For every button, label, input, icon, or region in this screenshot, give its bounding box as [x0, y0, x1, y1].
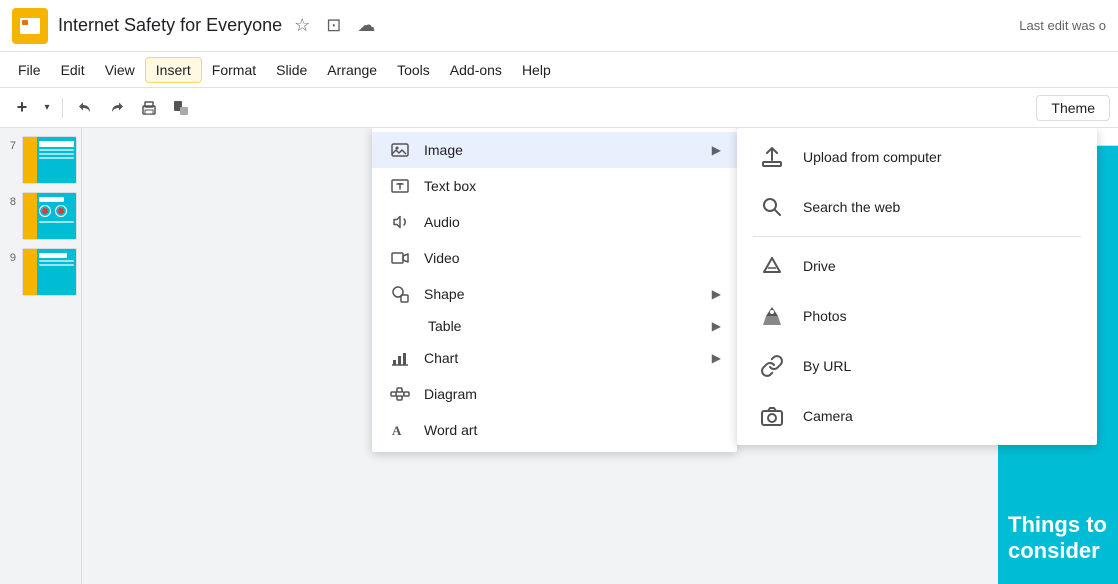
byurl-label: By URL: [803, 358, 851, 374]
main-layout: 7 8: [0, 128, 1118, 584]
submenu-byurl[interactable]: By URL: [737, 341, 1097, 391]
submenu-upload[interactable]: Upload from computer: [737, 132, 1097, 182]
slide-num-7: 7: [4, 140, 16, 152]
submenu-searchweb[interactable]: Search the web: [737, 182, 1097, 232]
textbox-icon: [388, 174, 412, 198]
audio-icon: [388, 210, 412, 234]
menu-item-edit[interactable]: Edit: [51, 58, 95, 82]
image-submenu: Upload from computer Search the web: [737, 128, 1097, 445]
slide-content-9: [37, 249, 76, 295]
insert-table-label: Table: [428, 318, 712, 334]
insert-menu-audio[interactable]: Audio: [372, 204, 737, 240]
insert-audio-label: Audio: [424, 214, 721, 230]
submenu-drive[interactable]: Drive: [737, 241, 1097, 291]
camera-icon: [757, 401, 787, 431]
add-button[interactable]: +: [8, 94, 36, 122]
wordart-icon: A: [388, 418, 412, 442]
undo-button[interactable]: [71, 94, 99, 122]
insert-menu-image[interactable]: Image ▶: [372, 132, 737, 168]
app-icon: [12, 8, 48, 44]
menu-item-insert[interactable]: Insert: [145, 57, 202, 83]
slide-preview-7[interactable]: [22, 136, 77, 184]
search-icon: [757, 192, 787, 222]
slide-thumb-8[interactable]: 8: [4, 192, 77, 240]
cloud-icon[interactable]: ☁: [357, 15, 375, 36]
insert-menu-wordart[interactable]: A Word art: [372, 412, 737, 448]
insert-menu-textbox[interactable]: Text box: [372, 168, 737, 204]
insert-diagram-label: Diagram: [424, 386, 721, 402]
menu-item-view[interactable]: View: [95, 58, 145, 82]
insert-video-label: Video: [424, 250, 721, 266]
submenu-separator-1: [753, 236, 1081, 237]
diagram-icon: [388, 382, 412, 406]
slide-yellow-bar-9: [23, 249, 37, 295]
slide-panel: 7 8: [0, 128, 82, 584]
last-edit-text: Last edit was o: [1019, 18, 1106, 33]
toolbar-separator-1: [62, 98, 63, 118]
slide-yellow-bar-7: [23, 137, 37, 183]
redo-button[interactable]: [103, 94, 131, 122]
insert-textbox-label: Text box: [424, 178, 721, 194]
slide-num-8: 8: [4, 196, 16, 208]
insert-menu-diagram[interactable]: Diagram: [372, 376, 737, 412]
paintformat-button[interactable]: [167, 94, 195, 122]
camera-label: Camera: [803, 408, 853, 424]
slide-content-7: [37, 137, 76, 183]
toolbar: + ▾ Theme: [0, 88, 1118, 128]
shape-arrow: ▶: [712, 287, 721, 301]
slide-yellow-bar-8: [23, 193, 37, 239]
insert-menu-chart[interactable]: Chart ▶: [372, 340, 737, 376]
menu-item-file[interactable]: File: [8, 58, 51, 82]
content-area: Image ▶ Text box: [82, 128, 1118, 584]
chart-icon: [388, 346, 412, 370]
menu-item-tools[interactable]: Tools: [387, 58, 440, 82]
print-button[interactable]: [135, 94, 163, 122]
drive-label: Drive: [803, 258, 836, 274]
table-arrow: ▶: [712, 319, 721, 333]
folder-icon[interactable]: ⊡: [326, 15, 341, 36]
insert-wordart-label: Word art: [424, 422, 721, 438]
photos-label: Photos: [803, 308, 847, 324]
chart-arrow: ▶: [712, 351, 721, 365]
insert-menu-shape[interactable]: Shape ▶: [372, 276, 737, 312]
insert-menu-table[interactable]: Table ▶: [372, 312, 737, 340]
drive-icon: [757, 251, 787, 281]
shape-icon: [388, 282, 412, 306]
upload-label: Upload from computer: [803, 149, 942, 165]
insert-menu: Image ▶ Text box: [372, 128, 737, 452]
insert-chart-label: Chart: [424, 350, 712, 366]
canvas-text: Things to consider: [1008, 512, 1108, 564]
dropdown-arrow[interactable]: ▾: [40, 94, 54, 122]
slide-thumb-9[interactable]: 9: [4, 248, 77, 296]
slide-num-9: 9: [4, 252, 16, 264]
slide-thumb-7[interactable]: 7: [4, 136, 77, 184]
insert-menu-video[interactable]: Video: [372, 240, 737, 276]
image-icon: [388, 138, 412, 162]
menu-item-help[interactable]: Help: [512, 58, 561, 82]
title-icons: ☆ ⊡ ☁: [294, 15, 375, 36]
menu-item-format[interactable]: Format: [202, 58, 266, 82]
insert-image-label: Image: [424, 142, 712, 158]
menu-item-addons[interactable]: Add-ons: [440, 58, 512, 82]
slide-preview-9[interactable]: [22, 248, 77, 296]
photos-icon: [757, 301, 787, 331]
link-icon: [757, 351, 787, 381]
video-icon: [388, 246, 412, 270]
insert-shape-label: Shape: [424, 286, 712, 302]
slide-content-8: [37, 193, 76, 239]
doc-title: Internet Safety for Everyone: [58, 15, 282, 36]
menu-bar: File Edit View Insert Format Slide Arran…: [0, 52, 1118, 88]
svg-text:A: A: [392, 423, 402, 438]
menu-item-arrange[interactable]: Arrange: [317, 58, 387, 82]
image-arrow: ▶: [712, 143, 721, 157]
submenu-photos[interactable]: Photos: [737, 291, 1097, 341]
upload-icon: [757, 142, 787, 172]
title-bar: Internet Safety for Everyone ☆ ⊡ ☁ Last …: [0, 0, 1118, 52]
slide-preview-8[interactable]: [22, 192, 77, 240]
theme-button[interactable]: Theme: [1036, 95, 1110, 121]
menu-item-slide[interactable]: Slide: [266, 58, 317, 82]
searchweb-label: Search the web: [803, 199, 900, 215]
star-icon[interactable]: ☆: [294, 15, 310, 36]
submenu-camera[interactable]: Camera: [737, 391, 1097, 441]
